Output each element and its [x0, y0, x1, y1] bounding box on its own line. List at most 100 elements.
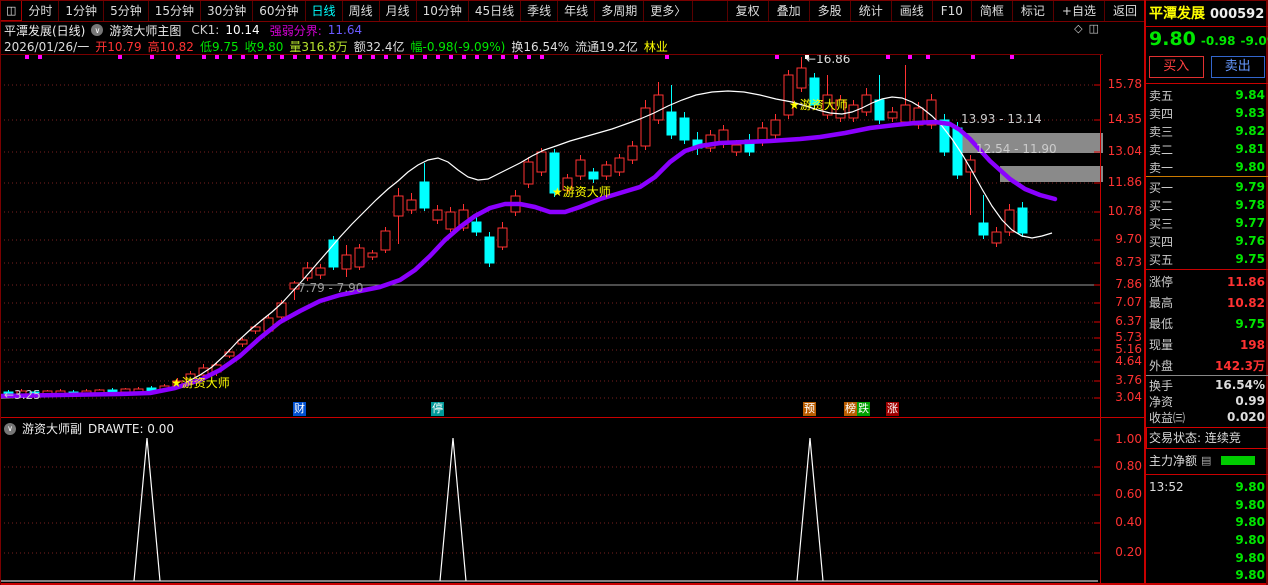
- signal-dot: [118, 55, 122, 59]
- toolbar-period-item[interactable]: 45日线: [469, 0, 522, 21]
- signal-dot: [462, 55, 466, 59]
- toolbar-period-item[interactable]: 多周期: [595, 0, 645, 21]
- quote-stats-secondary: 换手 16.54% 净资 0.99 收益㈢ 0.020: [1146, 377, 1268, 425]
- tick-row[interactable]: 9.80: [1146, 531, 1268, 549]
- tick-row[interactable]: 9.80: [1146, 513, 1268, 531]
- signal-dot: [202, 55, 206, 59]
- main-net-row[interactable]: 主力净额 ▤: [1149, 452, 1256, 469]
- sub-indicator-name[interactable]: 游资大师副: [22, 420, 82, 437]
- stat-row-label: 收益㈢: [1149, 410, 1186, 425]
- ask-row[interactable]: 卖五 9.84: [1146, 86, 1268, 104]
- toolbar-periods: 分时 1分钟 5分钟 15分钟 30分钟 60分钟 日线 周线 月线 10分钟 45日线 季线 年线 多周…: [22, 0, 694, 21]
- bid-row-value: 9.79: [1235, 180, 1265, 194]
- candle-body: [666, 111, 677, 136]
- tick-row[interactable]: 9.80: [1146, 496, 1268, 514]
- signal-dot: [971, 55, 975, 59]
- main-candlestick-chart[interactable]: [0, 55, 1103, 417]
- bid-row[interactable]: 买四 9.76: [1146, 232, 1268, 250]
- candle-body: [653, 94, 664, 121]
- toolbar-period-item[interactable]: 周线: [343, 0, 380, 21]
- signal-dot: [527, 55, 531, 59]
- toolbar-action-item[interactable]: 统计: [849, 0, 891, 21]
- signal-dot: [150, 55, 154, 59]
- tick-row[interactable]: 9.80: [1146, 566, 1268, 584]
- candle-body: [679, 117, 690, 141]
- candle-body: [770, 119, 781, 136]
- stat-row[interactable]: 换手 16.54%: [1146, 377, 1268, 393]
- ask-row[interactable]: 卖二 9.81: [1146, 140, 1268, 158]
- toolbar-action-item[interactable]: 标记: [1011, 0, 1053, 21]
- toolbar-action-item[interactable]: +自选: [1052, 0, 1104, 21]
- sub-indicator-collapse-icon[interactable]: ∨: [4, 422, 16, 435]
- stat-row-label: 净资: [1149, 394, 1174, 409]
- toolbar-period-item[interactable]: 1分钟: [59, 0, 105, 21]
- signal-dot: [358, 55, 362, 59]
- indicator-sub-chart[interactable]: [0, 418, 1103, 585]
- buy-button[interactable]: 买入: [1149, 56, 1204, 78]
- quote-stock-title[interactable]: 平潭发展 000592: [1149, 3, 1264, 23]
- stat-row[interactable]: 涨停 11.86: [1146, 271, 1268, 292]
- ask-row-label: 卖四: [1149, 106, 1174, 121]
- toolbar-period-item[interactable]: 更多〉: [644, 0, 694, 21]
- sell-button[interactable]: 卖出: [1210, 56, 1265, 78]
- diamond-marker-icon[interactable]: ◇: [1074, 22, 1082, 35]
- toolbar-period-item[interactable]: 10分钟: [417, 0, 469, 21]
- candle-body: [302, 267, 313, 279]
- toolbar-action-item[interactable]: 画线: [890, 0, 932, 21]
- price-axis-label: 7.07: [1115, 295, 1142, 309]
- toolbar-period-item[interactable]: 季线: [521, 0, 559, 21]
- stat-row[interactable]: 最低 9.75: [1146, 313, 1268, 334]
- stat-row[interactable]: 最高 10.82: [1146, 292, 1268, 313]
- stat-row-value: 11.86: [1227, 274, 1265, 289]
- toolbar-period-item[interactable]: 15分钟: [149, 0, 201, 21]
- indicator-collapse-icon[interactable]: ∨: [91, 24, 104, 36]
- bid-row[interactable]: 买三 9.77: [1146, 214, 1268, 232]
- toolbar-period-item[interactable]: 5分钟: [104, 0, 149, 21]
- stat-row[interactable]: 收益㈢ 0.020: [1146, 409, 1268, 425]
- tick-row[interactable]: 9.80: [1146, 549, 1268, 567]
- toolbar-period-item[interactable]: 分时: [22, 0, 60, 21]
- window-layout-icon[interactable]: ◫: [0, 0, 23, 21]
- toolbar-action-item[interactable]: 复权: [726, 0, 768, 21]
- signal-dot: [345, 55, 349, 59]
- candle-body: [367, 252, 378, 258]
- toolbar-period-item[interactable]: 30分钟: [201, 0, 254, 21]
- stat-row-label: 最高: [1149, 296, 1174, 310]
- tick-row[interactable]: 13:52 9.80: [1146, 478, 1268, 496]
- strength-value: 11.64: [327, 23, 363, 37]
- stat-row[interactable]: 外盘 142.3万: [1146, 355, 1268, 376]
- ask-row[interactable]: 卖四 9.83: [1146, 104, 1268, 122]
- toolbar-actions: 复权 叠加 多股 统计 画线 F10 简框 标记 +自选 返回: [726, 0, 1145, 21]
- signal-dot: [514, 55, 518, 59]
- stat-row-value: 0.020: [1227, 410, 1265, 424]
- toolbar-period-item[interactable]: 日线: [306, 0, 343, 21]
- tick-list[interactable]: 13:52 9.80 9.80 9.80 9.80 9.80 9.80: [1146, 478, 1268, 584]
- bid-row-label: 买三: [1149, 216, 1174, 231]
- tick-price: 9.80: [1235, 550, 1265, 565]
- toolbar-action-item[interactable]: F10: [931, 0, 971, 21]
- signal-dot: [423, 55, 427, 59]
- toolbar-period-item[interactable]: 60分钟: [253, 0, 306, 21]
- info-segment: 开10.79: [95, 39, 142, 54]
- toolbar-period-item[interactable]: 年线: [558, 0, 596, 21]
- signal-spike: [796, 437, 824, 582]
- bid-row[interactable]: 买五 9.75: [1146, 250, 1268, 268]
- toolbar-period-item[interactable]: 月线: [380, 0, 417, 21]
- price-axis-label: 5.73: [1115, 330, 1142, 344]
- toolbar-action-item[interactable]: 返回: [1103, 0, 1145, 21]
- price-axis-label: 8.73: [1115, 255, 1142, 269]
- bid-row[interactable]: 买二 9.78: [1146, 196, 1268, 214]
- toolbar-action-item[interactable]: 叠加: [767, 0, 809, 21]
- candle-body: [601, 164, 612, 177]
- toolbar-action-item[interactable]: 多股: [808, 0, 850, 21]
- stat-row-value: 198: [1239, 337, 1265, 352]
- toolbar-action-item[interactable]: 简框: [970, 0, 1012, 21]
- ask-row[interactable]: 卖三 9.82: [1146, 122, 1268, 140]
- main-indicator-name[interactable]: 游资大师主图: [109, 22, 181, 39]
- stock-code: 000592: [1210, 7, 1265, 22]
- ask-row[interactable]: 卖一 9.80: [1146, 158, 1268, 176]
- stat-row[interactable]: 现量 198: [1146, 334, 1268, 355]
- bid-row[interactable]: 买一 9.79: [1146, 178, 1268, 196]
- stat-row[interactable]: 净资 0.99: [1146, 393, 1268, 409]
- split-pane-icon[interactable]: ◫: [1089, 22, 1099, 35]
